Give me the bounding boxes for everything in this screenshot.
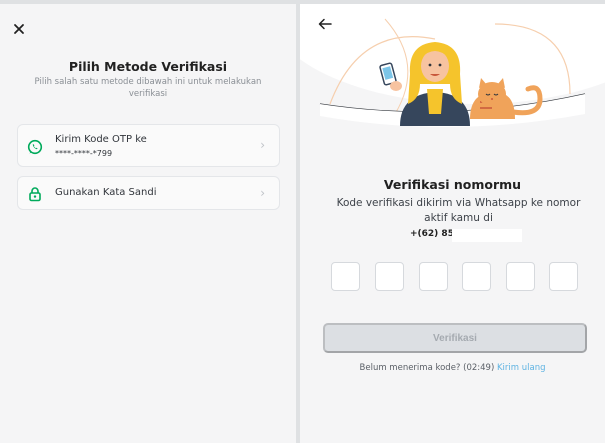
- resend-link[interactable]: Kirim ulang: [497, 363, 546, 373]
- otp-digit-6[interactable]: [549, 262, 578, 291]
- lock-icon: [27, 186, 43, 202]
- chevron-right-icon: ›: [260, 186, 265, 200]
- arrow-left-icon: [318, 18, 332, 30]
- chevron-right-icon: ›: [260, 138, 265, 152]
- whatsapp-icon: [27, 139, 43, 155]
- method-password-card[interactable]: Gunakan Kata Sandi ›: [17, 176, 280, 210]
- method-otp-phone: ****-****-*799: [55, 149, 113, 158]
- phone-number-row: +(62) 85: [410, 229, 522, 242]
- otp-digit-2[interactable]: [375, 262, 404, 291]
- otp-verification-panel: Verifikasi nomormu Kode verifikasi dikir…: [300, 4, 605, 443]
- otp-digit-4[interactable]: [462, 262, 491, 291]
- close-button[interactable]: [10, 20, 28, 38]
- otp-digit-1[interactable]: [331, 262, 360, 291]
- resend-countdown: Belum menerima kode? (02:49): [359, 363, 497, 373]
- page-subtitle: Pilih salah satu metode dibawah ini untu…: [34, 77, 262, 99]
- verification-illustration: [300, 4, 605, 150]
- verification-title: Verifikasi nomormu: [383, 177, 522, 192]
- back-button[interactable]: [316, 15, 334, 33]
- resend-row: Belum menerima kode? (02:49) Kirim ulang: [300, 363, 605, 373]
- verification-method-panel: Pilih Metode Verifikasi Pilih salah satu…: [0, 4, 296, 443]
- close-icon: [14, 24, 24, 34]
- phone-number-redaction: [452, 229, 522, 242]
- verify-button[interactable]: Verifikasi: [323, 323, 587, 353]
- verification-description: Kode verifikasi dikirim via Whatsapp ke …: [336, 197, 581, 224]
- phone-number: +(62) 85: [410, 229, 454, 239]
- method-otp-card[interactable]: Kirim Kode OTP ke ****-****-*799 ›: [17, 124, 280, 167]
- otp-digit-5[interactable]: [506, 262, 535, 291]
- method-otp-title: Kirim Kode OTP ke: [55, 134, 147, 145]
- method-password-title: Gunakan Kata Sandi: [55, 187, 157, 198]
- page-title: Pilih Metode Verifikasi: [68, 59, 228, 74]
- otp-digit-3[interactable]: [419, 262, 448, 291]
